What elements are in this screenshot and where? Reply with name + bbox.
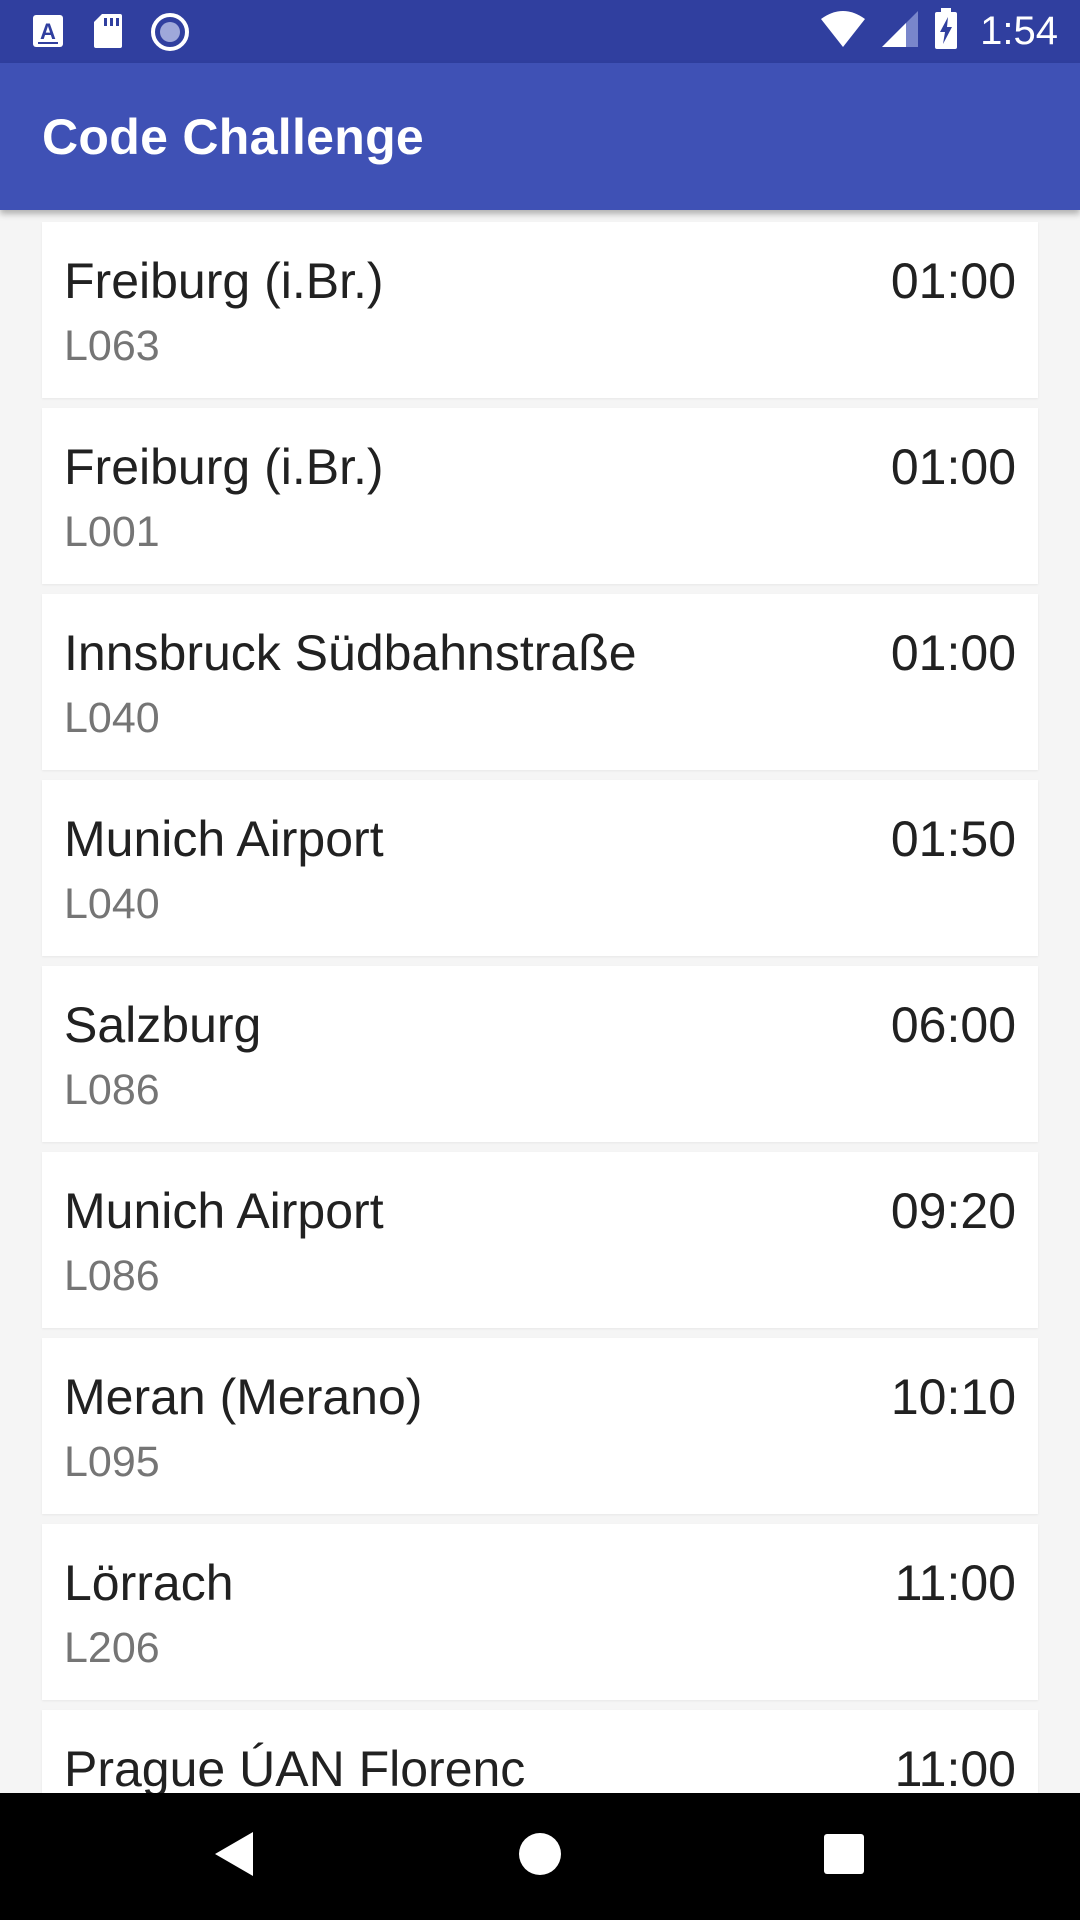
departure-time: 01:50 bbox=[890, 811, 1016, 867]
app-title: Code Challenge bbox=[42, 109, 425, 165]
line-label: L040 bbox=[64, 694, 160, 742]
list-item[interactable]: Munich Airport L086 09:20 bbox=[42, 1152, 1038, 1328]
destination-label: Freiburg (i.Br.) bbox=[64, 253, 384, 309]
app-bar: Code Challenge bbox=[0, 63, 1080, 210]
destination-label: Freiburg (i.Br.) bbox=[64, 439, 384, 495]
destination-label: Munich Airport bbox=[64, 811, 384, 867]
list-item[interactable]: Meran (Merano) L095 10:10 bbox=[42, 1338, 1038, 1514]
list-item[interactable]: Innsbruck Südbahnstraße L040 01:00 bbox=[42, 594, 1038, 770]
destination-label: Innsbruck Südbahnstraße bbox=[64, 625, 637, 681]
departure-time: 09:20 bbox=[890, 1183, 1016, 1239]
destination-label: Prague ÚAN Florenc bbox=[64, 1741, 526, 1793]
list-item[interactable]: Munich Airport L040 01:50 bbox=[42, 780, 1038, 956]
line-label: L206 bbox=[64, 1624, 160, 1672]
cell-signal-icon bbox=[880, 9, 920, 54]
departure-time: 11:00 bbox=[894, 1555, 1016, 1611]
departure-time: 01:00 bbox=[890, 253, 1016, 309]
line-label: L040 bbox=[64, 880, 160, 928]
back-button[interactable] bbox=[155, 1793, 315, 1920]
destination-label: Lörrach bbox=[64, 1555, 234, 1611]
battery-charging-icon bbox=[934, 8, 958, 55]
departure-time: 11:00 bbox=[894, 1741, 1016, 1793]
home-button[interactable] bbox=[460, 1793, 620, 1920]
status-bar: A 1:54 bbox=[0, 0, 1080, 63]
svg-text:A: A bbox=[40, 19, 56, 44]
home-icon bbox=[518, 1832, 562, 1881]
destination-label: Salzburg bbox=[64, 997, 262, 1053]
line-label: L063 bbox=[64, 322, 160, 370]
line-label: L086 bbox=[64, 1066, 160, 1114]
list-item[interactable]: Lörrach L206 11:00 bbox=[42, 1524, 1038, 1700]
record-circle-icon bbox=[150, 12, 190, 57]
list-item[interactable]: Prague ÚAN Florenc 11:00 bbox=[42, 1710, 1038, 1793]
navigation-bar bbox=[0, 1793, 1080, 1920]
departure-time: 01:00 bbox=[890, 625, 1016, 681]
line-label: L001 bbox=[64, 508, 160, 556]
wifi-icon bbox=[820, 9, 866, 54]
sd-card-icon bbox=[92, 12, 124, 57]
departure-time: 06:00 bbox=[890, 997, 1016, 1053]
status-time: 1:54 bbox=[980, 9, 1058, 53]
departure-time: 10:10 bbox=[890, 1369, 1016, 1425]
recents-icon bbox=[823, 1833, 865, 1880]
line-label: L095 bbox=[64, 1438, 160, 1486]
keyboard-a-icon: A bbox=[30, 12, 66, 57]
list-item[interactable]: Salzburg L086 06:00 bbox=[42, 966, 1038, 1142]
recents-button[interactable] bbox=[764, 1793, 924, 1920]
connections-list[interactable]: Freiburg (i.Br.) L063 01:00 Freiburg (i.… bbox=[0, 210, 1080, 1793]
system-status-icons: 1:54 bbox=[820, 8, 1058, 55]
line-label: L086 bbox=[64, 1252, 160, 1300]
notification-icons: A bbox=[30, 12, 190, 57]
departure-time: 01:00 bbox=[890, 439, 1016, 495]
destination-label: Meran (Merano) bbox=[64, 1369, 423, 1425]
list-item[interactable]: Freiburg (i.Br.) L001 01:00 bbox=[42, 408, 1038, 584]
list-item[interactable]: Freiburg (i.Br.) L063 01:00 bbox=[42, 222, 1038, 398]
destination-label: Munich Airport bbox=[64, 1183, 384, 1239]
back-icon bbox=[213, 1830, 257, 1883]
